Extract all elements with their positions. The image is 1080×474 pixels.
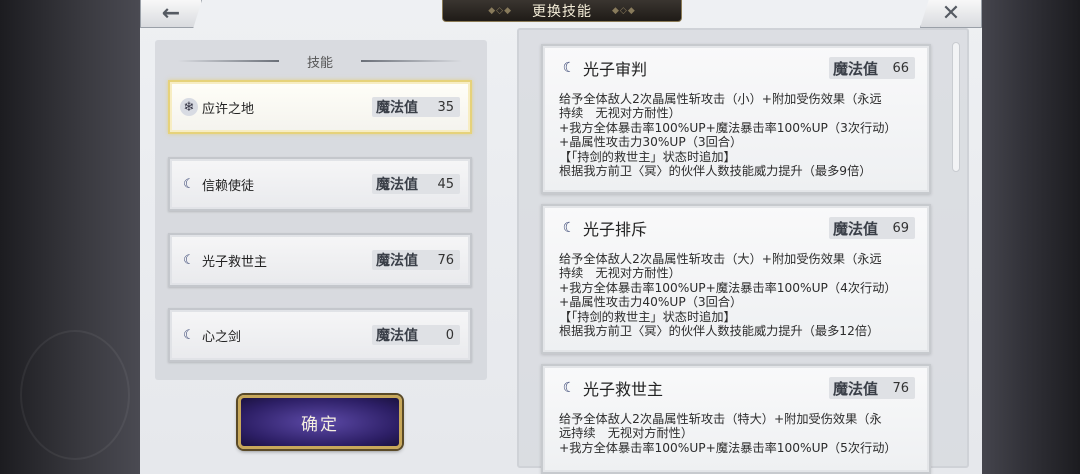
skill-description: 给予全体敌人2次晶属性斩攻击（特大）+附加受伤效果（永 远持续 无视对方耐性） … <box>559 412 897 455</box>
skill-description: 给予全体敌人2次晶属性斩攻击（大）+附加受伤效果（永远 持续 无视对方耐性） +… <box>559 252 897 339</box>
confirm-button[interactable]: 确定 <box>238 395 402 449</box>
mp-value: 0 <box>445 327 454 343</box>
scrollbar[interactable] <box>952 42 960 172</box>
mp-badge: 魔法值 76 <box>829 377 915 399</box>
mp-badge: 魔法值 66 <box>829 57 915 79</box>
snowflake-icon: ❄ <box>180 98 198 116</box>
mp-label: 魔法值 <box>833 59 879 78</box>
skill-name: 应许之地 <box>202 101 255 117</box>
skill-item[interactable]: ☾ 心之剑 魔法值 0 <box>168 308 472 362</box>
moon-icon: ☾ <box>562 60 576 76</box>
mp-value: 45 <box>437 176 454 192</box>
confirm-label: 确定 <box>301 414 339 435</box>
left-backdrop <box>0 0 140 474</box>
skill-list-title: 技能 <box>307 55 334 71</box>
mp-value: 35 <box>437 99 454 115</box>
moon-icon: ☾ <box>183 176 195 192</box>
moon-icon: ☾ <box>183 252 195 268</box>
skill-detail-card[interactable]: ☾ 光子排斥 魔法值 69 给予全体敌人2次晶属性斩攻击（大）+附加受伤效果（永… <box>541 204 931 354</box>
close-button[interactable]: ✕ <box>920 0 982 28</box>
mp-label: 魔法值 <box>833 219 879 238</box>
skill-name: 心之剑 <box>202 329 242 345</box>
moon-icon: ☾ <box>562 220 576 236</box>
moon-icon: ☾ <box>562 380 576 396</box>
skill-name: 光子救世主 <box>202 254 268 270</box>
skill-item[interactable]: ☾ 光子救世主 魔法值 76 <box>168 233 472 287</box>
divider-right <box>361 60 463 62</box>
title-ornament-left: ◆◇◆ <box>488 5 512 16</box>
skill-detail-card[interactable]: ☾ 光子审判 魔法值 66 给予全体敌人2次晶属性斩攻击（小）+附加受伤效果（永… <box>541 44 931 194</box>
skill-description: 给予全体敌人2次晶属性斩攻击（小）+附加受伤效果（永远 持续 无视对方耐性） +… <box>559 92 897 179</box>
right-backdrop <box>982 0 1080 474</box>
mp-value: 76 <box>892 380 909 396</box>
mp-badge: 魔法值 45 <box>372 174 460 194</box>
mp-value: 69 <box>892 220 909 236</box>
skill-name: 信赖使徒 <box>202 178 255 194</box>
title-ornament-right: ◆◇◆ <box>612 5 636 16</box>
skill-list-header: 技能 <box>178 50 463 72</box>
skill-detail-header: ☾ 光子排斥 魔法值 69 <box>559 216 915 240</box>
skill-item-selected[interactable]: ❄ 应许之地 魔法值 35 <box>168 80 472 134</box>
mp-label: 魔法值 <box>833 379 879 398</box>
skill-detail-name: 光子审判 <box>583 60 648 79</box>
close-icon: ✕ <box>941 1 961 26</box>
mp-badge: 魔法值 0 <box>372 325 460 345</box>
mp-label: 魔法值 <box>376 253 418 269</box>
divider-left <box>178 60 279 62</box>
mp-label: 魔法值 <box>376 328 418 344</box>
clock-ornament <box>20 330 130 460</box>
page-title: 更换技能 <box>532 3 592 20</box>
back-arrow-icon: ← <box>161 1 181 26</box>
skill-detail-name: 光子排斥 <box>583 220 648 239</box>
mp-label: 魔法值 <box>376 177 418 193</box>
skill-detail-card[interactable]: ☾ 光子救世主 魔法值 76 给予全体敌人2次晶属性斩攻击（特大）+附加受伤效果… <box>541 364 931 474</box>
mp-badge: 魔法值 69 <box>829 217 915 239</box>
moon-icon: ☾ <box>183 327 195 343</box>
skill-detail-header: ☾ 光子救世主 魔法值 76 <box>559 376 915 400</box>
skill-item[interactable]: ☾ 信赖使徒 魔法值 45 <box>168 157 472 211</box>
skill-detail-header: ☾ 光子审判 魔法值 66 <box>559 56 915 80</box>
mp-label: 魔法值 <box>376 100 418 116</box>
mp-badge: 魔法值 76 <box>372 250 460 270</box>
mp-value: 76 <box>437 252 454 268</box>
mp-value: 66 <box>892 60 909 76</box>
mp-badge: 魔法值 35 <box>372 97 460 117</box>
back-button[interactable]: ← <box>140 0 202 28</box>
skill-detail-name: 光子救世主 <box>583 380 664 399</box>
page-title-bar: ◆◇◆ 更换技能 ◆◇◆ <box>442 0 682 22</box>
